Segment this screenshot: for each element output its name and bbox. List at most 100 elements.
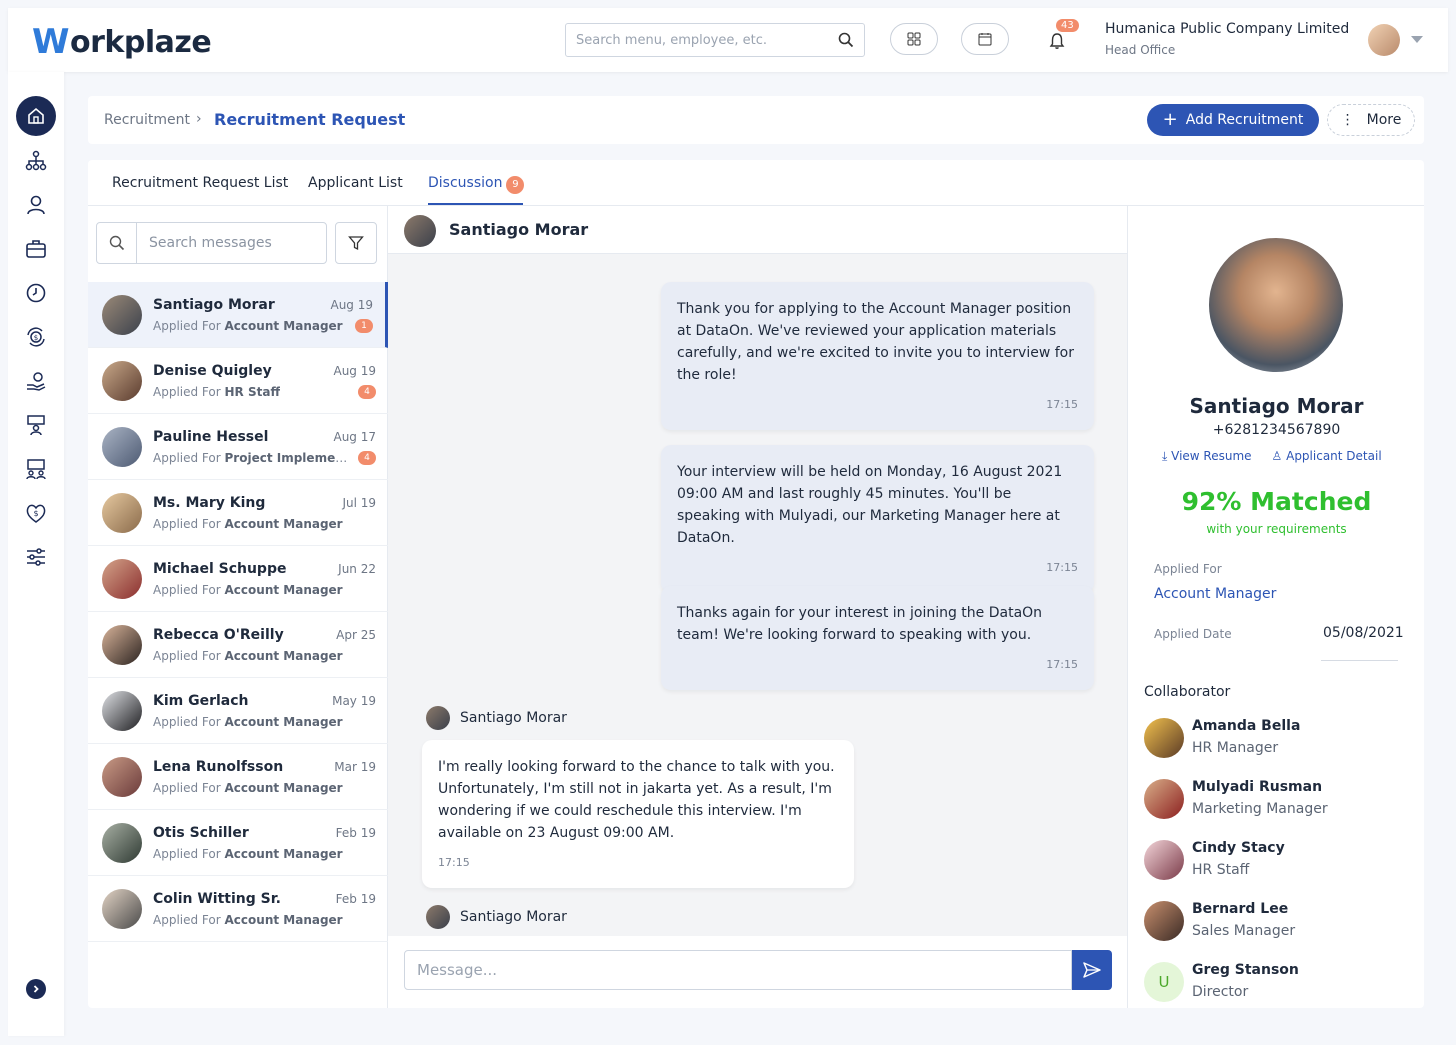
briefcase-icon bbox=[26, 240, 46, 258]
conversation-subtitle: Applied For Account Manager bbox=[153, 319, 343, 333]
money-cycle-icon: $ bbox=[27, 327, 45, 347]
message-input[interactable]: Message... bbox=[404, 950, 1072, 990]
nav-organization[interactable] bbox=[24, 149, 48, 173]
conversation-subtitle: Applied For Account Manager bbox=[153, 649, 343, 663]
avatar bbox=[102, 427, 142, 467]
divider bbox=[1321, 660, 1398, 661]
applied-for-value[interactable]: Account Manager bbox=[1154, 586, 1276, 602]
org-chart-icon bbox=[25, 150, 47, 171]
conversation-name: Rebecca O'Reilly bbox=[153, 627, 284, 643]
breadcrumb: Recruitment › Recruitment Request + Add … bbox=[88, 96, 1424, 144]
user-avatar[interactable] bbox=[1368, 24, 1400, 56]
match-caption: with your requirements bbox=[1206, 522, 1347, 536]
message-bubble-incoming: I'm really looking forward to the chance… bbox=[422, 740, 854, 888]
tab-discussion[interactable]: Discussion 9 bbox=[428, 175, 525, 194]
filter-button[interactable] bbox=[335, 222, 377, 264]
conversation-date: Apr 25 bbox=[336, 628, 376, 642]
conversation-item[interactable]: Colin Witting Sr. Applied For Account Ma… bbox=[88, 876, 388, 942]
applicant-photo bbox=[1209, 238, 1343, 372]
notification-badge: 43 bbox=[1056, 19, 1079, 32]
applicant-name: Santiago Morar bbox=[1189, 394, 1364, 418]
nav-employee[interactable] bbox=[24, 193, 48, 217]
search-placeholder: Search menu, employee, etc. bbox=[576, 32, 768, 48]
conversation-item[interactable]: Michael Schuppe Applied For Account Mana… bbox=[88, 546, 388, 612]
chat-panel: Santiago Morar Thank you for applying to… bbox=[388, 206, 1127, 1008]
nav-benefits[interactable] bbox=[24, 369, 48, 393]
chevron-down-icon[interactable] bbox=[1411, 36, 1423, 43]
conversation-item[interactable]: Rebecca O'Reilly Applied For Account Man… bbox=[88, 612, 388, 678]
more-label: More bbox=[1366, 112, 1402, 128]
avatar bbox=[102, 625, 142, 665]
applied-date-value: 05/08/2021 bbox=[1323, 625, 1404, 641]
message-text: Your interview will be held on Monday, 1… bbox=[677, 464, 1063, 546]
conversation-item[interactable]: Santiago Morar Applied For Account Manag… bbox=[88, 282, 388, 348]
unread-badge: 4 bbox=[358, 451, 376, 465]
collaborator-title: Collaborator bbox=[1144, 684, 1231, 700]
global-search-input[interactable]: Search menu, employee, etc. bbox=[565, 23, 865, 57]
message-text: Thanks again for your interest in joinin… bbox=[677, 605, 1043, 643]
filter-icon bbox=[348, 236, 364, 251]
conversation-subtitle: Applied For Project Implementa.. bbox=[153, 451, 353, 465]
conversation-item[interactable]: Otis Schiller Applied For Account Manage… bbox=[88, 810, 388, 876]
expand-nav-button[interactable] bbox=[26, 979, 46, 999]
breadcrumb-recruitment[interactable]: Recruitment bbox=[104, 112, 190, 128]
collaborator-item[interactable]: U Greg Stanson Director bbox=[1144, 960, 1414, 1004]
collaborator-item[interactable]: Mulyadi Rusman Marketing Manager bbox=[1144, 777, 1414, 821]
collaborator-item[interactable]: Bernard Lee Sales Manager bbox=[1144, 899, 1414, 943]
nav-jobs[interactable] bbox=[24, 237, 48, 261]
nav-insurance[interactable]: $ bbox=[24, 501, 48, 525]
nav-home[interactable] bbox=[16, 96, 56, 136]
conversation-item[interactable]: Ms. Mary King Applied For Account Manage… bbox=[88, 480, 388, 546]
avatar bbox=[426, 706, 450, 730]
nav-payroll[interactable]: $ bbox=[24, 325, 48, 349]
conversation-name: Kim Gerlach bbox=[153, 693, 249, 709]
conversation-item[interactable]: Pauline Hessel Applied For Project Imple… bbox=[88, 414, 388, 480]
collaborator-role: Sales Manager bbox=[1192, 923, 1296, 939]
avatar bbox=[102, 757, 142, 797]
svg-text:$: $ bbox=[34, 334, 38, 342]
collaborator-name: Mulyadi Rusman bbox=[1192, 779, 1323, 795]
conversation-item[interactable]: Lena Runolfsson Applied For Account Mana… bbox=[88, 744, 388, 810]
nav-training[interactable] bbox=[24, 413, 48, 437]
workplaze-logo[interactable]: Workplaze bbox=[32, 22, 212, 62]
conversation-list: Search messages Santiago Morar Applied F… bbox=[88, 206, 388, 1008]
message-search-input[interactable]: Search messages bbox=[96, 222, 327, 264]
tab-applicant-list[interactable]: Applicant List bbox=[308, 175, 403, 191]
nav-settings[interactable] bbox=[24, 545, 48, 569]
more-button[interactable]: ⋮ More bbox=[1327, 104, 1415, 136]
conversation-item[interactable]: Kim Gerlach Applied For Account Manager … bbox=[88, 678, 388, 744]
applicant-detail-link[interactable]: ♙ Applicant Detail bbox=[1272, 449, 1382, 464]
conversation-subtitle: Applied For Account Manager bbox=[153, 715, 343, 729]
send-button[interactable] bbox=[1072, 950, 1112, 990]
collaborator-item[interactable]: Cindy Stacy HR Staff bbox=[1144, 838, 1414, 882]
grid-icon bbox=[907, 32, 921, 46]
view-resume-link[interactable]: ⤓ View Resume bbox=[1162, 449, 1252, 464]
message-time: 17:15 bbox=[1046, 398, 1078, 411]
apps-button[interactable] bbox=[890, 23, 938, 55]
unread-badge: 4 bbox=[358, 385, 376, 399]
tab-bar: Recruitment Request List Applicant List … bbox=[88, 160, 1424, 206]
message-sender: Santiago Morar bbox=[426, 905, 567, 929]
add-recruitment-button[interactable]: + Add Recruitment bbox=[1147, 104, 1319, 136]
avatar bbox=[102, 691, 142, 731]
collaborator-item[interactable]: Amanda Bella HR Manager bbox=[1144, 716, 1414, 760]
top-bar: Workplaze Search menu, employee, etc. 43… bbox=[8, 8, 1448, 72]
conversation-name: Santiago Morar bbox=[153, 297, 275, 313]
tab-recruitment-request-list[interactable]: Recruitment Request List bbox=[112, 175, 288, 191]
message-bubble-outgoing: Thanks again for your interest in joinin… bbox=[661, 586, 1094, 690]
applicant-phone: +6281234567890 bbox=[1212, 422, 1341, 438]
collaborator-role: Marketing Manager bbox=[1192, 801, 1328, 817]
company-switcher[interactable]: Humanica Public Company Limited Head Off… bbox=[1105, 21, 1349, 57]
notification-button[interactable] bbox=[1046, 30, 1068, 52]
conversation-subtitle: Applied For Account Manager bbox=[153, 583, 343, 597]
company-name: Humanica Public Company Limited bbox=[1105, 21, 1350, 37]
message-bubble-outgoing: Your interview will be held on Monday, 1… bbox=[661, 445, 1094, 593]
conversation-subtitle: Applied For HR Staff bbox=[153, 385, 281, 399]
conversation-item[interactable]: Denise Quigley Applied For HR Staff Aug … bbox=[88, 348, 388, 414]
nav-attendance[interactable] bbox=[24, 281, 48, 305]
chat-header: Santiago Morar bbox=[388, 206, 1127, 254]
calendar-button[interactable] bbox=[961, 23, 1009, 55]
bell-icon bbox=[1049, 33, 1065, 49]
nav-meeting[interactable] bbox=[24, 457, 48, 481]
download-icon: ⤓ bbox=[1162, 449, 1172, 463]
